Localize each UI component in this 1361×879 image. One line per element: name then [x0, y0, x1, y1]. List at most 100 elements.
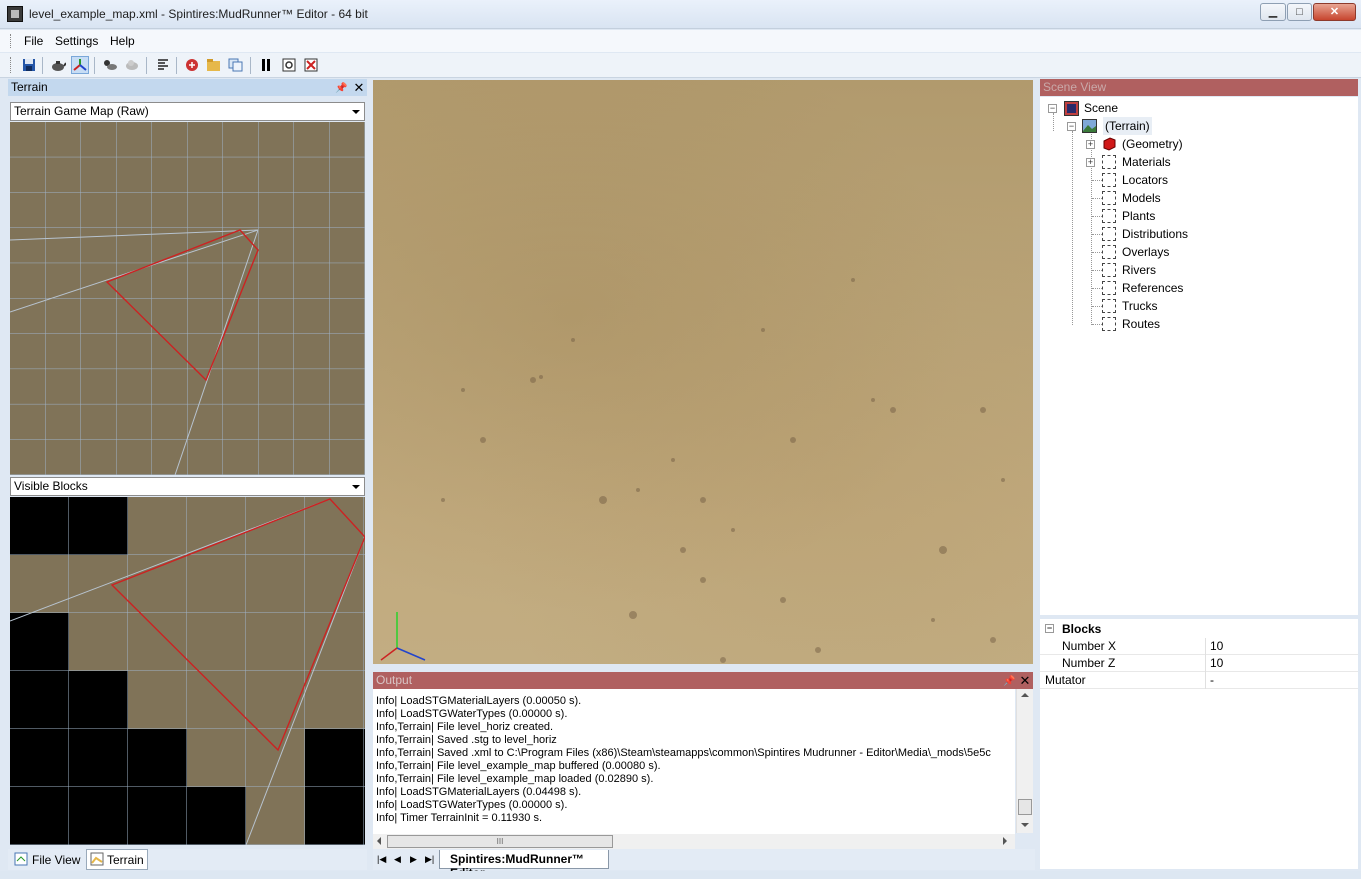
scroll-thumb[interactable]: III — [387, 835, 613, 848]
folder-icon — [1102, 173, 1116, 187]
menu-help[interactable]: Help — [110, 34, 135, 48]
document-tab[interactable]: Spintires:MudRunner™ Editor — [439, 850, 609, 879]
output-horizontal-scrollbar[interactable]: III — [373, 834, 1015, 849]
next-tab-icon[interactable]: ▶ — [410, 854, 417, 865]
open-folder-icon[interactable] — [205, 56, 223, 74]
minimize-button[interactable]: ▁ — [1260, 3, 1286, 21]
scroll-up-icon[interactable] — [1021, 693, 1029, 697]
expand-icon[interactable]: + — [1086, 140, 1095, 149]
tab-terrain[interactable]: Terrain — [86, 849, 148, 870]
tree-label: (Geometry) — [1122, 137, 1183, 151]
collapse-icon[interactable]: − — [1045, 624, 1054, 633]
toolbar-separator — [250, 57, 251, 74]
log-line: Info| LoadSTGMaterialLayers (0.04498 s). — [376, 786, 582, 798]
teapot-icon[interactable] — [49, 56, 67, 74]
tab-file-view[interactable]: File View — [11, 850, 83, 869]
tree-line — [1092, 234, 1102, 235]
terrain-map-combo[interactable]: Terrain Game Map (Raw) — [10, 102, 365, 121]
visible-blocks-combo[interactable]: Visible Blocks — [10, 477, 365, 496]
prev-tab-icon[interactable]: ◀ — [394, 854, 401, 865]
terrain-panel-header: Terrain 📌 ✕ — [8, 79, 367, 96]
new-icon[interactable] — [183, 56, 201, 74]
tree-label: Overlays — [1122, 245, 1170, 259]
tree-label: Scene — [1084, 101, 1119, 115]
toolbar-separator — [146, 57, 147, 74]
close-panel-icon[interactable]: ✕ — [1019, 672, 1031, 688]
output-log[interactable]: Info| LoadSTGMaterialLayers (0.00050 s).… — [373, 689, 1015, 835]
save-icon[interactable] — [20, 56, 38, 74]
tree-line — [1092, 252, 1102, 253]
output-vertical-scrollbar[interactable] — [1016, 689, 1033, 833]
menu-file[interactable]: File — [24, 34, 43, 48]
chevron-down-icon — [352, 110, 360, 114]
axis-x-line — [380, 647, 398, 661]
log-line: Info,Terrain| File level_example_map buf… — [376, 760, 661, 772]
axis-z-line — [396, 647, 426, 661]
collapse-icon[interactable]: − — [1048, 104, 1057, 113]
toolbar — [0, 53, 1361, 78]
weather-icon[interactable] — [101, 56, 119, 74]
scroll-right-icon[interactable] — [1003, 837, 1007, 845]
tree-line — [1092, 180, 1102, 181]
tree-label: Materials — [1122, 155, 1171, 169]
property-value[interactable]: - — [1205, 672, 1358, 689]
align-left-icon[interactable] — [154, 56, 172, 74]
property-row[interactable]: Mutator - — [1040, 672, 1358, 689]
query-icon[interactable] — [280, 56, 298, 74]
folder-icon — [1102, 227, 1116, 241]
scroll-left-icon[interactable] — [377, 837, 381, 845]
scene-view-title: Scene View — [1043, 80, 1107, 94]
output-panel-title: Output — [376, 673, 413, 687]
copy-icon[interactable] — [227, 56, 245, 74]
tree-label: References — [1122, 281, 1184, 295]
close-panel-icon[interactable]: ✕ — [353, 79, 365, 95]
property-name: Mutator — [1045, 673, 1086, 687]
title-bar: level_example_map.xml - Spintires:MudRun… — [0, 0, 1361, 29]
property-value[interactable]: 10 — [1205, 655, 1358, 672]
left-bottom-tabstrip: File View Terrain — [8, 849, 367, 870]
log-line: Info,Terrain| File level_example_map loa… — [376, 773, 654, 785]
scene-view-header: Scene View — [1040, 79, 1358, 96]
cube-icon — [1103, 137, 1116, 151]
terrain-map-view[interactable] — [10, 122, 365, 475]
document-tabstrip: |◀ ◀ ▶ ▶| Spintires:MudRunner™ Editor — [373, 849, 1035, 879]
stop-icon[interactable] — [302, 56, 320, 74]
pin-icon[interactable]: 📌 — [335, 80, 347, 94]
scroll-thumb[interactable] — [1018, 799, 1032, 815]
tree-line — [1092, 288, 1102, 289]
tree-line — [1092, 306, 1102, 307]
close-window-button[interactable]: ✕ — [1313, 3, 1356, 21]
terrain-map-combo-value: Terrain Game Map (Raw) — [14, 104, 149, 118]
toolbar-grip — [10, 57, 13, 73]
tree-line — [1092, 324, 1102, 325]
log-line: Info| LoadSTGWaterTypes (0.00000 s). — [376, 799, 568, 811]
folder-icon — [1102, 191, 1116, 205]
menu-settings[interactable]: Settings — [55, 34, 98, 48]
terrain-map-grid — [10, 122, 365, 475]
scene-tree[interactable]: − Scene − (Terrain) + (Geometry) + Mater… — [1040, 97, 1358, 615]
last-tab-icon[interactable]: ▶| — [425, 854, 434, 865]
scroll-down-icon[interactable] — [1021, 823, 1029, 827]
log-line: Info| LoadSTGMaterialLayers (0.00050 s). — [376, 695, 582, 707]
pause-icon[interactable] — [257, 56, 275, 74]
3d-viewport[interactable] — [373, 80, 1033, 664]
maximize-button[interactable]: □ — [1287, 3, 1312, 21]
cloud-icon[interactable] — [123, 56, 141, 74]
property-row[interactable]: Number X 10 — [1040, 638, 1358, 655]
axis-icon[interactable] — [71, 56, 89, 74]
expand-icon[interactable]: + — [1086, 158, 1095, 167]
visible-blocks-view[interactable] — [10, 497, 365, 845]
log-line: Info,Terrain| Saved .stg to level_horiz — [376, 734, 557, 746]
first-tab-icon[interactable]: |◀ — [377, 854, 386, 865]
property-value[interactable]: 10 — [1205, 638, 1358, 655]
tree-line — [1092, 198, 1102, 199]
window-title: level_example_map.xml - Spintires:MudRun… — [29, 7, 368, 21]
property-name: Number Z — [1062, 656, 1116, 670]
tree-line — [1092, 216, 1102, 217]
folder-icon — [1102, 317, 1116, 331]
property-section-blocks[interactable]: − Blocks — [1040, 620, 1358, 638]
pin-icon[interactable]: 📌 — [1003, 673, 1015, 687]
collapse-icon[interactable]: − — [1067, 122, 1076, 131]
property-row[interactable]: Number Z 10 — [1040, 655, 1358, 672]
menu-bar: File Settings Help — [0, 30, 1361, 52]
